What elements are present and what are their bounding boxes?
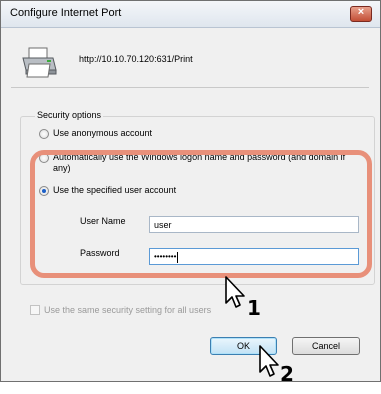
cancel-button-label: Cancel <box>311 341 340 351</box>
security-options-label: Security options <box>35 110 104 120</box>
printer-icon <box>22 47 57 78</box>
user-name-input[interactable]: user <box>149 216 359 233</box>
close-icon: × <box>357 6 365 18</box>
radio-anonymous[interactable] <box>39 129 49 139</box>
password-input[interactable]: •••••••• <box>149 248 359 265</box>
cancel-button[interactable]: Cancel <box>292 337 360 355</box>
radio-specified-account[interactable] <box>39 186 49 196</box>
title-bar: Configure Internet Port × <box>1 1 380 28</box>
close-button[interactable]: × <box>350 6 372 22</box>
printer-url: http://10.10.70.120:631/Print <box>79 54 193 64</box>
same-setting-checkbox[interactable] <box>30 305 40 315</box>
configure-internet-port-dialog: Configure Internet Port × http://10.10.7… <box>0 0 381 382</box>
window-title: Configure Internet Port <box>10 7 122 19</box>
radio-anonymous-label[interactable]: Use anonymous account <box>53 128 152 139</box>
step-2-marker: 2 <box>280 362 294 386</box>
mouse-pointer-icon <box>259 345 279 377</box>
ok-button-label: OK <box>236 341 250 351</box>
same-setting-label: Use the same security setting for all us… <box>44 305 212 315</box>
separator <box>11 87 369 88</box>
user-name-label: User Name <box>80 216 126 226</box>
password-label: Password <box>80 248 120 258</box>
step-1-marker: 1 <box>247 296 261 320</box>
radio-specified-account-label[interactable]: Use the specified user account <box>53 185 176 196</box>
user-name-value: user <box>154 220 172 230</box>
password-value: •••••••• <box>154 252 177 261</box>
mouse-pointer-icon <box>225 276 245 308</box>
text-caret <box>177 252 179 263</box>
